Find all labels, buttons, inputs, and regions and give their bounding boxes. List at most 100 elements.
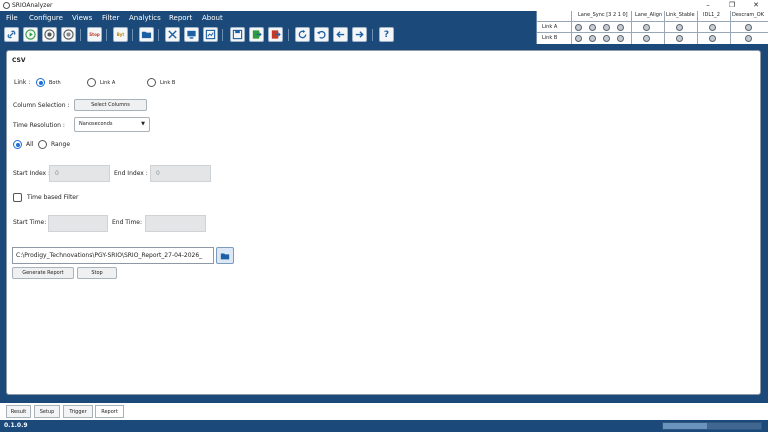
radio-range[interactable] [38, 140, 47, 149]
row-label: Link B [542, 35, 558, 41]
open-folder-button[interactable] [139, 27, 154, 42]
minimize-button[interactable]: – [696, 0, 720, 11]
tab-trigger[interactable]: Trigger [63, 405, 93, 418]
byte-icon: Byt [116, 32, 125, 37]
led-lane2-icon [589, 35, 596, 42]
panel-title: CSV [12, 57, 26, 64]
toolbar-separator [132, 29, 133, 41]
record-stop-icon [63, 29, 74, 40]
bottom-tab-bar: Result Setup Trigger Report [0, 403, 768, 420]
play-button[interactable] [23, 27, 38, 42]
monitor-icon [187, 30, 196, 39]
window-title: SRIOAnalyzer [12, 2, 53, 9]
radio-both-label: Both [49, 80, 61, 86]
undo-button[interactable] [314, 27, 329, 42]
chart-window-icon [205, 29, 216, 40]
refresh-button[interactable] [295, 27, 310, 42]
start-time-input[interactable] [48, 215, 108, 232]
row-label: Link A [542, 24, 558, 30]
led-descram-icon [745, 24, 752, 31]
save-icon [232, 29, 243, 40]
save-button[interactable] [230, 27, 245, 42]
back-button[interactable] [333, 27, 348, 42]
header-lane-sync: Lane_Sync [3 2 1 0] [578, 12, 628, 18]
menu-views[interactable]: Views [72, 13, 92, 23]
export-csv-button[interactable] [249, 27, 264, 42]
folder-icon [220, 253, 230, 259]
menu-filter[interactable]: Filter [102, 13, 119, 23]
csv-report-panel: CSV Link : Both Link A Link B Column Sel… [6, 50, 761, 395]
radio-both[interactable] [36, 78, 45, 87]
record-stop-button[interactable] [61, 27, 76, 42]
select-columns-button[interactable]: Select Columns [74, 99, 147, 111]
stop-button[interactable]: Stop [77, 267, 117, 279]
tab-result[interactable]: Result [6, 405, 31, 418]
tab-report[interactable]: Report [95, 405, 124, 418]
toolbar-separator [222, 29, 223, 41]
progress-fill [663, 423, 708, 429]
led-lane1-icon [603, 24, 610, 31]
led-idl-icon [709, 35, 716, 42]
help-button[interactable]: ? [379, 27, 394, 42]
restore-button[interactable]: ❐ [720, 0, 744, 11]
time-filter-label: Time based Filter [27, 194, 79, 201]
generate-report-button[interactable]: Generate Report [12, 267, 74, 279]
stop-capture-button[interactable]: Stop [87, 27, 102, 42]
forward-button[interactable] [352, 27, 367, 42]
link-button[interactable] [4, 27, 19, 42]
menu-bar: File Configure Views Filter Analytics Re… [0, 11, 534, 25]
led-lane3-icon [575, 35, 582, 42]
led-lane3-icon [575, 24, 582, 31]
close-button[interactable]: ✕ [744, 0, 768, 11]
menu-file[interactable]: File [6, 13, 18, 23]
toolbar-separator [372, 29, 373, 41]
time-resolution-select[interactable]: Nanoseconds ▼ [74, 117, 150, 132]
browse-folder-button[interactable] [216, 247, 234, 264]
export-red-icon [271, 30, 281, 39]
tools-button[interactable] [165, 27, 180, 42]
led-link-stable-icon [676, 24, 683, 31]
folder-icon [141, 31, 152, 39]
led-lane-align-icon [643, 35, 650, 42]
radio-link-b[interactable] [147, 78, 156, 87]
version-label: 0.1.0.9 [4, 422, 28, 429]
toolbar-separator [80, 29, 81, 41]
radio-link-a[interactable] [87, 78, 96, 87]
export-green-icon [252, 30, 262, 39]
stop-icon: Stop [89, 32, 100, 37]
record-button[interactable] [42, 27, 57, 42]
link-label: Link : [14, 79, 31, 86]
byte-button[interactable]: Byt [113, 27, 128, 42]
menu-configure[interactable]: Configure [29, 13, 63, 23]
link-status-grid: Lane_Sync [3 2 1 0] Lane_Align Link_Stab… [536, 11, 768, 44]
start-index-label: Start Index : [13, 170, 51, 177]
play-icon [25, 29, 36, 40]
end-index-label: End Index : [114, 170, 148, 177]
time-filter-checkbox[interactable] [13, 193, 22, 202]
chart-window-button[interactable] [203, 27, 218, 42]
menu-analytics[interactable]: Analytics [129, 13, 161, 23]
end-time-label: End Time: [112, 219, 143, 226]
led-idl-icon [709, 24, 716, 31]
progress-bar [662, 422, 762, 430]
end-time-input[interactable] [145, 215, 206, 232]
led-lane0-icon [617, 24, 624, 31]
end-index-input[interactable]: 0 [150, 165, 211, 182]
export-pdf-button[interactable] [268, 27, 283, 42]
tab-setup[interactable]: Setup [34, 405, 60, 418]
status-bar: 0.1.0.9 [0, 420, 768, 432]
report-path-input[interactable]: C:\Prodigy_Technovations\PGY-SRIO\SRIO_R… [12, 247, 214, 264]
monitor-button[interactable] [184, 27, 199, 42]
radio-link-a-label: Link A [100, 80, 116, 86]
back-icon [336, 31, 345, 38]
radio-all[interactable] [13, 140, 22, 149]
menu-report[interactable]: Report [169, 13, 192, 23]
start-index-input[interactable]: 0 [49, 165, 110, 182]
led-lane-align-icon [643, 24, 650, 31]
toolbar-separator [288, 29, 289, 41]
refresh-icon [298, 29, 307, 39]
header-idl1-2: IDL1_2 [703, 12, 720, 18]
radio-all-label: All [26, 141, 34, 148]
header-lane-align: Lane_Align [635, 12, 663, 18]
menu-about[interactable]: About [202, 13, 223, 23]
